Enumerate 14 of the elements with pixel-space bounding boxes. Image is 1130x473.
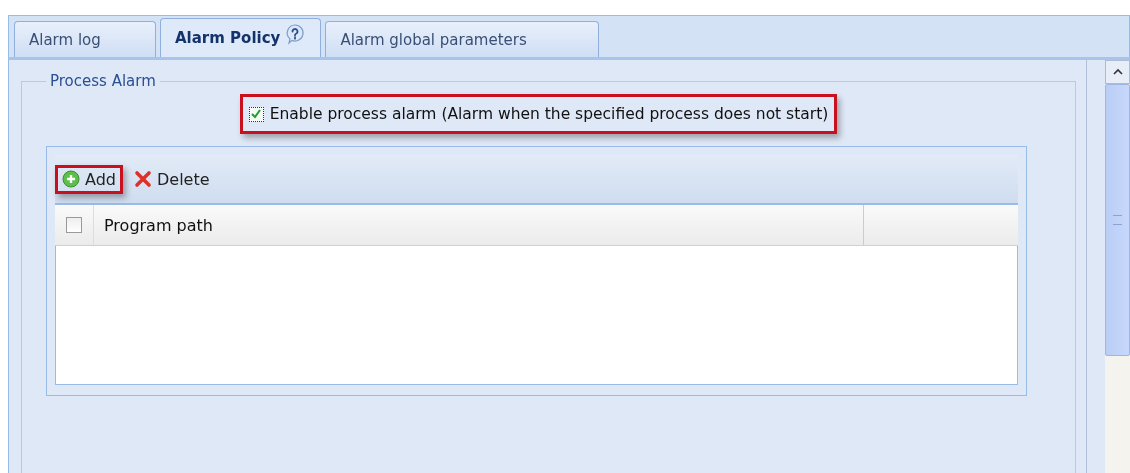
checkbox[interactable]	[248, 106, 264, 122]
tab[interactable]: Alarm global parameters	[325, 21, 600, 57]
tab[interactable]: Alarm log	[14, 21, 156, 57]
select-all-checkbox[interactable]	[66, 217, 82, 233]
delete-button[interactable]: Delete	[127, 164, 217, 194]
checkbox-label: Enable process alarm (Alarm when the specified process does not start)	[269, 105, 829, 123]
group-legend: Process Alarm	[46, 72, 160, 90]
scrollbar[interactable]	[1105, 60, 1130, 473]
scroll-up-icon[interactable]	[1105, 60, 1130, 84]
enable-checkbox-label[interactable]: Enable process alarm (Alarm when the specified process does not start)	[239, 94, 838, 134]
plus-icon	[62, 170, 80, 188]
add-button[interactable]: Add	[55, 164, 123, 194]
tab[interactable]: Alarm Policy	[160, 18, 322, 57]
cross-icon	[134, 170, 152, 188]
